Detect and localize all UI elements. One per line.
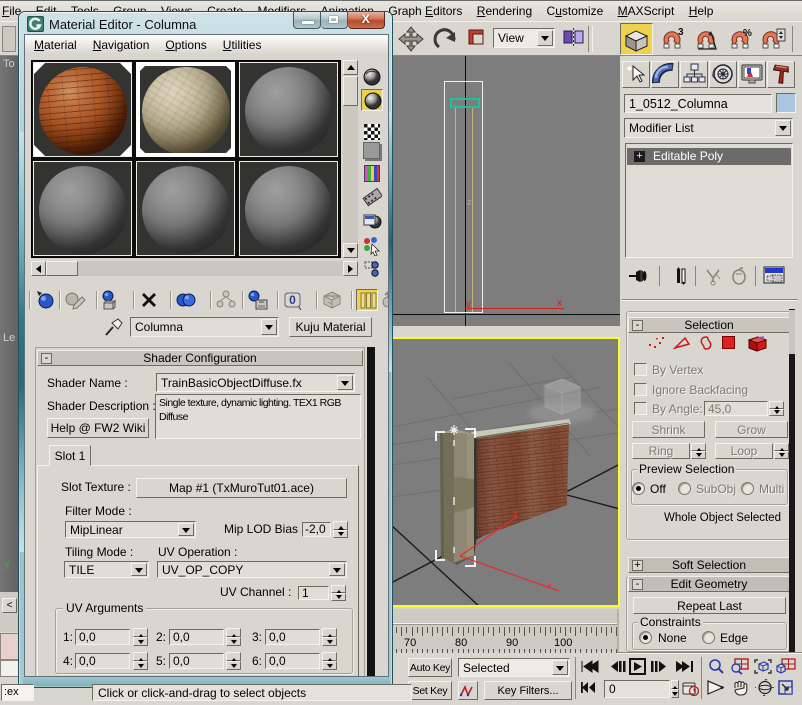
svg-text:x: x: [547, 581, 552, 592]
svg-text:3: 3: [678, 27, 684, 38]
svg-text:%: %: [743, 28, 752, 39]
svg-text:0: 0: [289, 293, 296, 307]
svg-text:y: y: [513, 507, 518, 518]
